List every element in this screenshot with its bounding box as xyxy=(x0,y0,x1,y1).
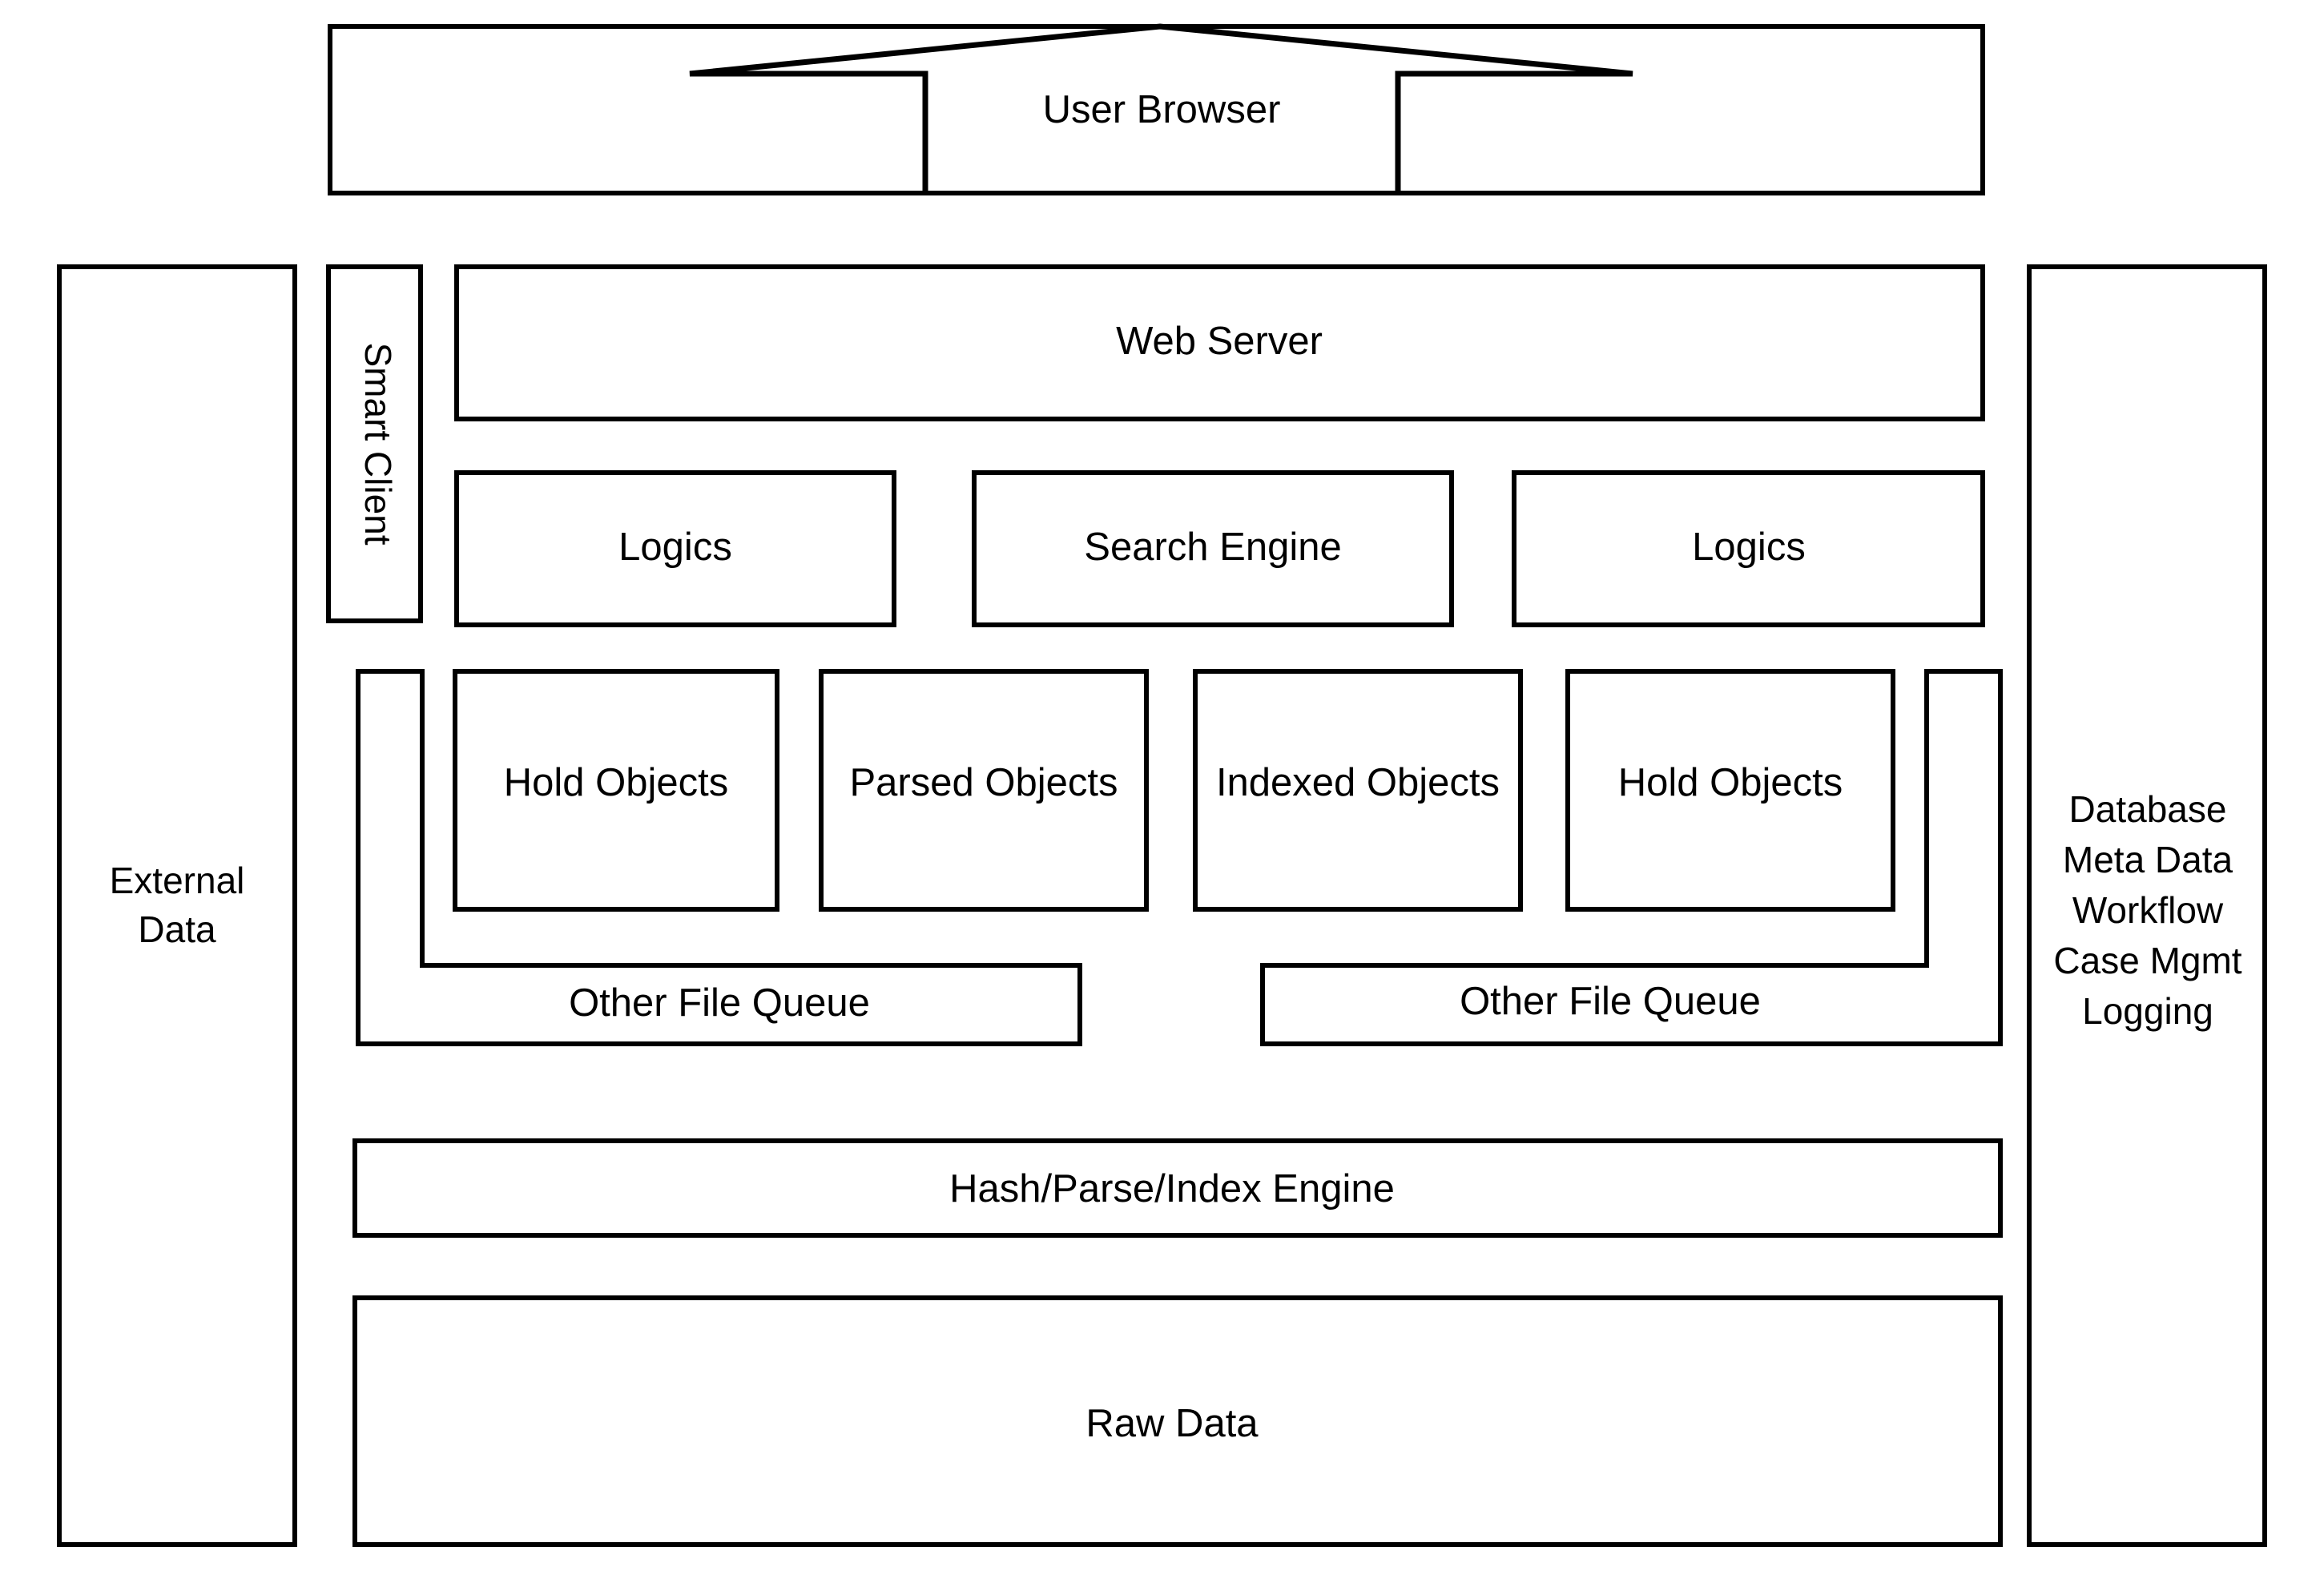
database-panel-line1: Database xyxy=(2069,788,2227,830)
search-engine-label: Search Engine xyxy=(1084,526,1341,569)
hold-objects-right-label: Hold Objects xyxy=(1618,761,1843,804)
user-browser-label: User Browser xyxy=(1043,88,1281,131)
raw-data-label: Raw Data xyxy=(1085,1402,1259,1445)
smart-client-label: Smart Client xyxy=(357,342,399,545)
other-file-queue-left-label: Other File Queue xyxy=(569,981,870,1025)
hold-objects-left-label: Hold Objects xyxy=(504,761,729,804)
database-panel-line4: Case Mgmt xyxy=(2053,940,2241,981)
indexed-objects-label: Indexed Objects xyxy=(1216,761,1500,804)
diagram-canvas: User Browser External Data Database Meta… xyxy=(57,23,2267,1547)
database-panel-line5: Logging xyxy=(2082,990,2213,1032)
web-server-label: Web Server xyxy=(1116,320,1323,363)
database-panel-line2: Meta Data xyxy=(2063,839,2233,880)
logics-left-label: Logics xyxy=(618,526,732,569)
parsed-objects-label: Parsed Objects xyxy=(850,761,1118,804)
database-panel-line3: Workflow xyxy=(2072,889,2224,931)
external-data-box[interactable] xyxy=(57,264,297,1547)
external-data-label-line2: Data xyxy=(138,908,216,950)
logics-right-label: Logics xyxy=(1692,526,1806,569)
hash-parse-index-engine-label: Hash/Parse/Index Engine xyxy=(949,1167,1395,1210)
architecture-diagram: User Browser External Data Database Meta… xyxy=(0,0,2324,1575)
external-data-label-line1: External xyxy=(110,860,245,901)
other-file-queue-right-label: Other File Queue xyxy=(1460,980,1761,1023)
